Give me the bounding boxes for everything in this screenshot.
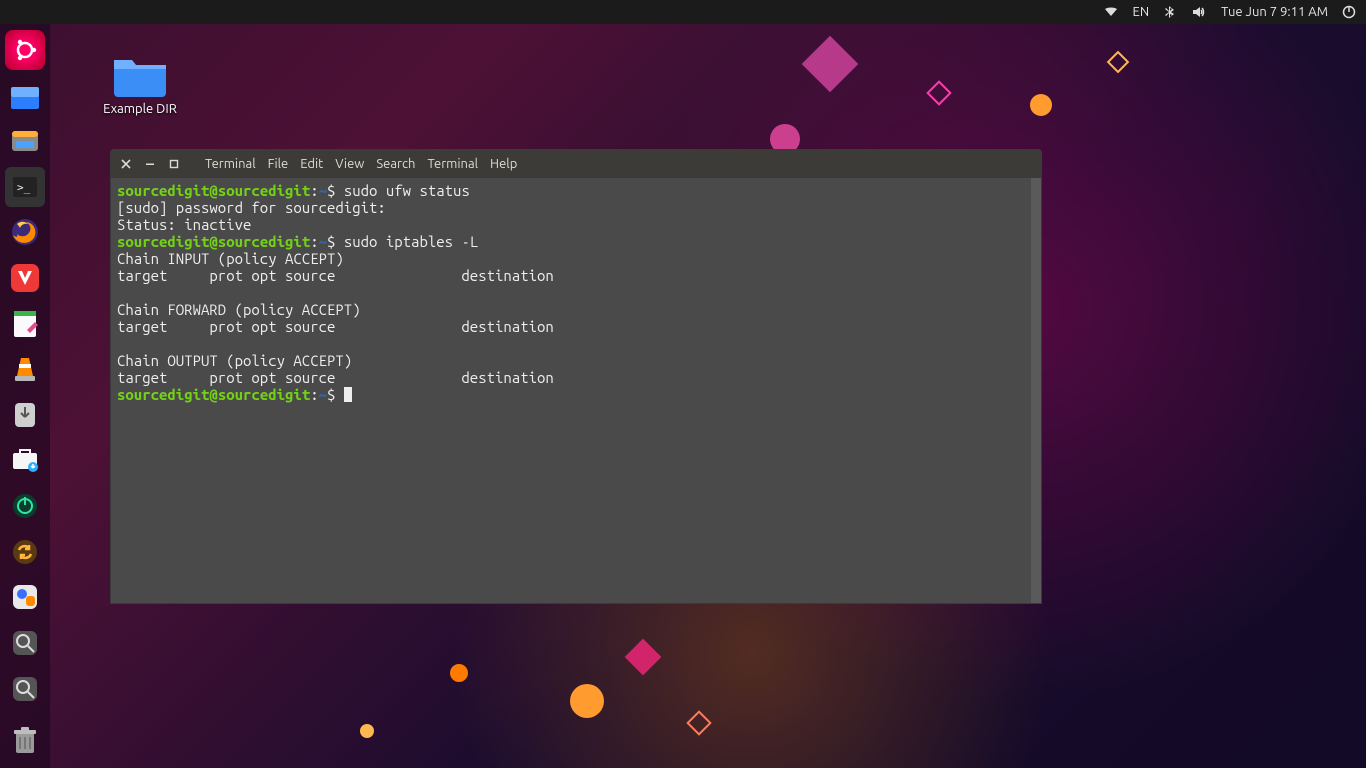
dock-app1[interactable] bbox=[5, 578, 45, 618]
power-icon[interactable] bbox=[1342, 5, 1356, 19]
dock-terminal[interactable]: >_ bbox=[5, 167, 45, 207]
terminal-menu-edit-2[interactable]: Edit bbox=[300, 157, 323, 171]
terminal-scrollbar[interactable] bbox=[1031, 178, 1041, 603]
dock-firefox[interactable] bbox=[5, 213, 45, 253]
terminal-menu-file-1[interactable]: File bbox=[268, 157, 289, 171]
dock-files[interactable] bbox=[5, 76, 45, 116]
input-language-indicator[interactable]: EN bbox=[1133, 5, 1150, 19]
terminal-menu-view-3[interactable]: View bbox=[335, 157, 364, 171]
dock-app2[interactable] bbox=[5, 623, 45, 663]
dock-file-manager[interactable] bbox=[5, 121, 45, 161]
window-maximize-icon[interactable] bbox=[167, 157, 181, 171]
dock-download-manager[interactable] bbox=[5, 395, 45, 435]
terminal-menu-terminal-5[interactable]: Terminal bbox=[427, 157, 478, 171]
network-wifi-icon[interactable] bbox=[1103, 4, 1119, 20]
dock-power-settings[interactable] bbox=[5, 486, 45, 526]
dock-trash[interactable] bbox=[5, 720, 45, 760]
dock-app3[interactable] bbox=[5, 669, 45, 709]
terminal-window[interactable]: Terminal File Edit View Search Terminal Help s… bbox=[110, 149, 1042, 604]
terminal-output[interactable]: sourcedigit@sourcedigit:~$ sudo ufw stat… bbox=[111, 178, 1041, 603]
volume-icon[interactable] bbox=[1191, 4, 1207, 20]
launcher-dock: >_ bbox=[0, 24, 50, 768]
dock-text-editor[interactable] bbox=[5, 304, 45, 344]
window-close-icon[interactable] bbox=[119, 157, 133, 171]
dock-dash-ubuntu[interactable] bbox=[5, 30, 45, 70]
dock-software-center[interactable] bbox=[5, 441, 45, 481]
top-menu-bar: EN Tue Jun 7 9:11 AM bbox=[0, 0, 1366, 24]
folder-icon bbox=[112, 52, 168, 98]
dock-vlc[interactable] bbox=[5, 349, 45, 389]
dock-sync[interactable] bbox=[5, 532, 45, 572]
clock-datetime[interactable]: Tue Jun 7 9:11 AM bbox=[1221, 5, 1328, 19]
terminal-menu-search-4[interactable]: Search bbox=[376, 157, 415, 171]
desktop-area[interactable]: Example DIR TerminalFileEditViewSearchTe… bbox=[50, 24, 1366, 768]
dock-vivaldi[interactable] bbox=[5, 258, 45, 298]
desktop-folder-label: Example DIR bbox=[90, 102, 190, 116]
terminal-menubar: Terminal File Edit View Search Terminal Help bbox=[205, 157, 517, 171]
svg-text:>_: >_ bbox=[17, 181, 31, 194]
bluetooth-icon[interactable] bbox=[1163, 5, 1177, 19]
desktop-folder-example-dir[interactable]: Example DIR bbox=[90, 52, 190, 116]
terminal-menu-help-6[interactable]: Help bbox=[490, 157, 517, 171]
terminal-menu-terminal-0[interactable]: Terminal bbox=[205, 157, 256, 171]
window-minimize-icon[interactable] bbox=[143, 157, 157, 171]
terminal-titlebar[interactable]: Terminal File Edit View Search Terminal Help bbox=[111, 150, 1041, 178]
